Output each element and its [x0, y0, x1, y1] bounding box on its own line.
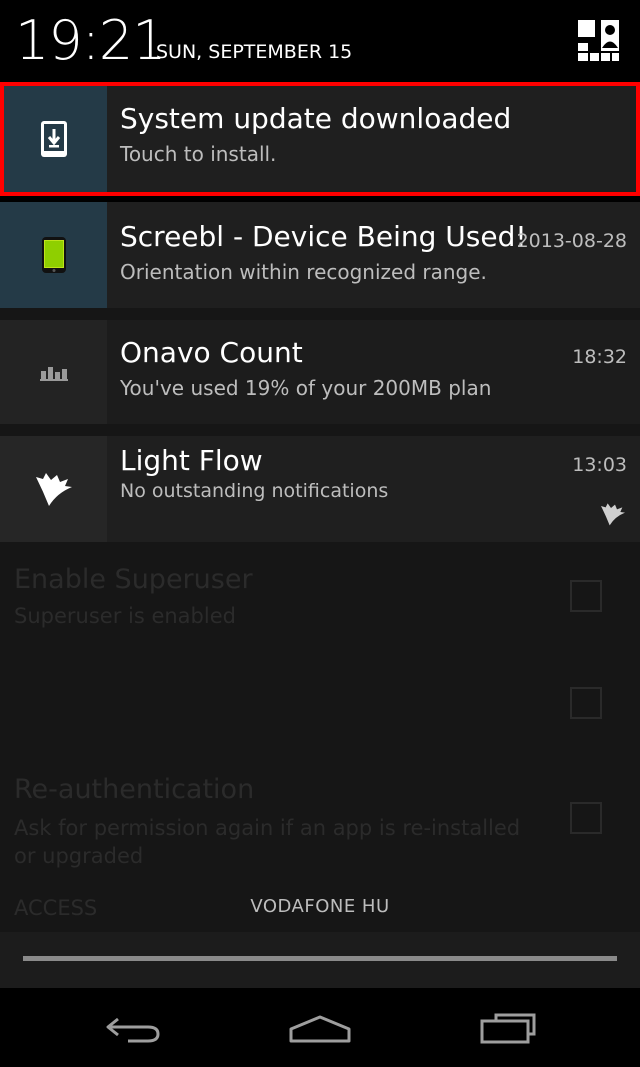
- highlight-box: [0, 82, 640, 196]
- notification-title: Onavo Count: [120, 336, 303, 369]
- notification-subtitle: Orientation within recognized range.: [120, 260, 487, 284]
- notification-icon-tile: [0, 202, 107, 308]
- status-header: 19:21 SUN, SEPTEMBER 15: [0, 0, 640, 80]
- home-icon: [289, 1015, 351, 1043]
- notification-time: 13:03: [572, 454, 627, 476]
- back-icon: [106, 1017, 160, 1043]
- date: SUN, SEPTEMBER 15: [156, 41, 353, 63]
- light-flow-icon: [35, 473, 72, 506]
- notification-title: Screebl - Device Being Used!: [120, 220, 527, 253]
- user-grid-icon[interactable]: [576, 18, 620, 62]
- notification-subtitle: You've used 19% of your 200MB plan: [120, 376, 492, 400]
- notification-subtitle: No outstanding notifications: [120, 480, 389, 502]
- notification-title: Light Flow: [120, 444, 263, 477]
- ghost-subtitle: Ask for permission again if an app is re…: [14, 816, 521, 868]
- notification-onavo-count[interactable]: Onavo Count You've used 19% of your 200M…: [0, 320, 640, 424]
- clock: 19:21: [15, 9, 167, 72]
- notification-time: 18:32: [572, 346, 627, 368]
- divider: [0, 424, 640, 436]
- ghost-checkbox: [570, 580, 602, 612]
- notification-light-flow[interactable]: Light Flow No outstanding notifications …: [0, 436, 640, 542]
- back-button[interactable]: [94, 1003, 174, 1055]
- light-flow-icon: [601, 503, 625, 526]
- ghost-checkbox: [570, 802, 602, 834]
- green-phone-icon: [41, 237, 66, 273]
- divider: [0, 308, 640, 320]
- notification-time: 2013-08-28: [516, 230, 627, 252]
- ghost-title: Enable Superuser: [14, 564, 253, 595]
- ghost-checkbox: [570, 687, 602, 719]
- background-app: Enable Superuser Superuser is enabled Re…: [0, 542, 640, 932]
- shade-handle[interactable]: [23, 956, 617, 961]
- notification-icon-tile: [0, 320, 107, 424]
- ghost-title: Re-authentication: [14, 774, 255, 805]
- carrier-label: VODAFONE HU: [250, 896, 390, 917]
- recents-button[interactable]: [468, 1003, 548, 1055]
- notification-icon-tile: [0, 436, 107, 542]
- notification-screebl[interactable]: Screebl - Device Being Used! Orientation…: [0, 202, 640, 308]
- bar-chart-icon: [39, 367, 68, 381]
- recents-icon: [480, 1013, 536, 1044]
- home-button[interactable]: [280, 1003, 360, 1055]
- ghost-subtitle: Superuser is enabled: [14, 604, 236, 628]
